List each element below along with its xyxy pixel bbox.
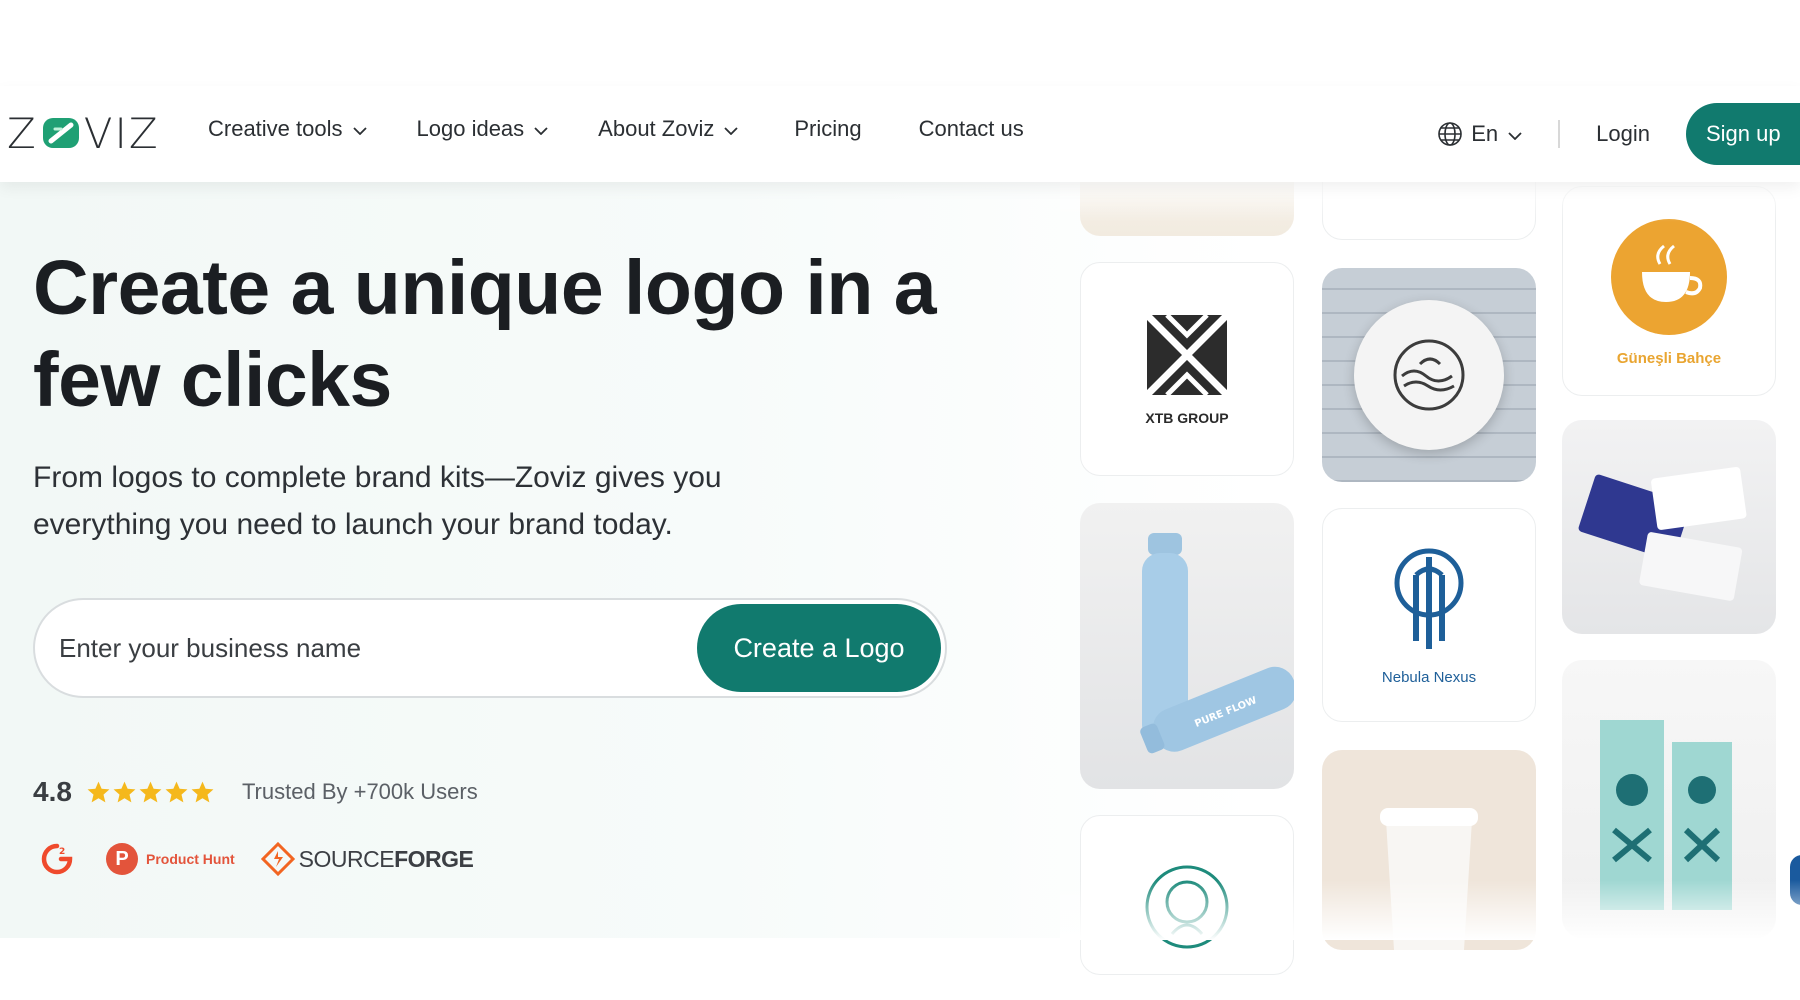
gallery-card-xtb[interactable]: XTB GROUP	[1080, 262, 1294, 476]
trusted-by-text: Trusted By +700k Users	[241, 779, 478, 804]
business-cards-image	[1578, 466, 1747, 601]
header-divider	[1558, 120, 1561, 148]
gallery-top-fade	[1060, 182, 1800, 222]
sourceforge-label: SOURCEFORGE	[298, 845, 474, 872]
brand-logo[interactable]: Z VIZ	[7, 108, 160, 158]
create-logo-button[interactable]: Create a Logo	[697, 604, 941, 692]
sourceforge-icon	[260, 842, 295, 876]
star-icon	[113, 781, 136, 802]
water-bottles-image: PURE FLOW	[1140, 533, 1294, 754]
nebula-logo-icon	[1394, 548, 1464, 649]
star-icon	[165, 781, 188, 802]
chevron-down-icon	[724, 126, 738, 135]
rating-score: 4.8	[33, 776, 72, 807]
brand-logo-right: VIZ	[83, 108, 160, 158]
nav-item-label: Logo ideas	[416, 116, 525, 141]
star-icon	[139, 781, 162, 802]
nav-item-label: Contact us	[918, 116, 1024, 141]
gallery-card-bottles[interactable]: PURE FLOW	[1080, 503, 1294, 789]
site-header: Z VIZ Creative tools Logo ideas About Zo…	[0, 86, 1800, 182]
g2-logo-icon[interactable]: 2	[40, 842, 74, 876]
chevron-down-icon	[352, 126, 367, 135]
header-actions: En Login Sign up	[1437, 98, 1800, 170]
brand-logo-left: Z	[7, 108, 38, 158]
sourceforge-badge[interactable]: SOURCEFORGE	[260, 842, 474, 876]
producthunt-label: Product Hunt	[146, 851, 235, 867]
svg-text:2: 2	[59, 847, 65, 857]
nav-item-label: Creative tools	[208, 116, 343, 141]
star-icon	[87, 781, 110, 802]
bluewave-sign	[1354, 300, 1504, 450]
business-name-input[interactable]	[59, 620, 659, 676]
rating-row: 4.8 Trusted By +700k Users	[33, 776, 478, 808]
chevron-down-icon	[1508, 131, 1522, 140]
gallery-card-nebula[interactable]: Nebula Nexus	[1322, 508, 1536, 722]
business-name-form: Create a Logo	[33, 598, 947, 698]
nav-logo-ideas[interactable]: Logo ideas	[417, 116, 549, 142]
brand-logo-mark-icon	[42, 118, 79, 148]
gallery-card-business-cards[interactable]	[1562, 420, 1776, 634]
language-selector[interactable]: En	[1437, 121, 1522, 147]
globe-icon	[1438, 122, 1463, 146]
main-nav: Creative tools Logo ideas About Zoviz Pr…	[208, 116, 1024, 142]
star-icon	[191, 781, 214, 802]
gunesli-caption: Güneşli Bahçe	[1616, 349, 1722, 367]
producthunt-badge[interactable]: P Product Hunt	[106, 843, 235, 875]
hero-subtitle: From logos to complete brand kits—Zoviz …	[33, 461, 722, 541]
wave-logo-icon	[1393, 339, 1465, 411]
login-link[interactable]: Login	[1596, 121, 1650, 147]
gallery-bottom-fade	[1060, 880, 1800, 940]
chevron-down-icon	[534, 126, 548, 135]
nav-pricing[interactable]: Pricing	[794, 116, 861, 142]
nav-about-zoviz[interactable]: About Zoviz	[598, 116, 738, 142]
nav-item-label: Pricing	[794, 116, 862, 141]
signup-button[interactable]: Sign up	[1686, 103, 1800, 165]
hero-title: Create a unique logo in a few clicks	[33, 245, 937, 423]
nebula-caption: Nebula Nexus	[1381, 668, 1477, 686]
review-badges: 2 P Product Hunt SOURCEFORGE	[40, 842, 474, 876]
nav-contact-us[interactable]: Contact us	[919, 116, 1024, 142]
language-label: En	[1471, 121, 1499, 146]
coffee-logo-icon	[1611, 218, 1727, 335]
xtb-logo-icon	[1144, 312, 1230, 398]
producthunt-icon: P	[106, 843, 138, 875]
rating-stars	[86, 780, 216, 805]
nav-item-label: About Zoviz	[598, 116, 715, 141]
nav-creative-tools[interactable]: Creative tools	[208, 116, 367, 142]
gallery-card-bluewave[interactable]	[1322, 268, 1536, 482]
xtb-caption: XTB GROUP	[1145, 410, 1229, 426]
